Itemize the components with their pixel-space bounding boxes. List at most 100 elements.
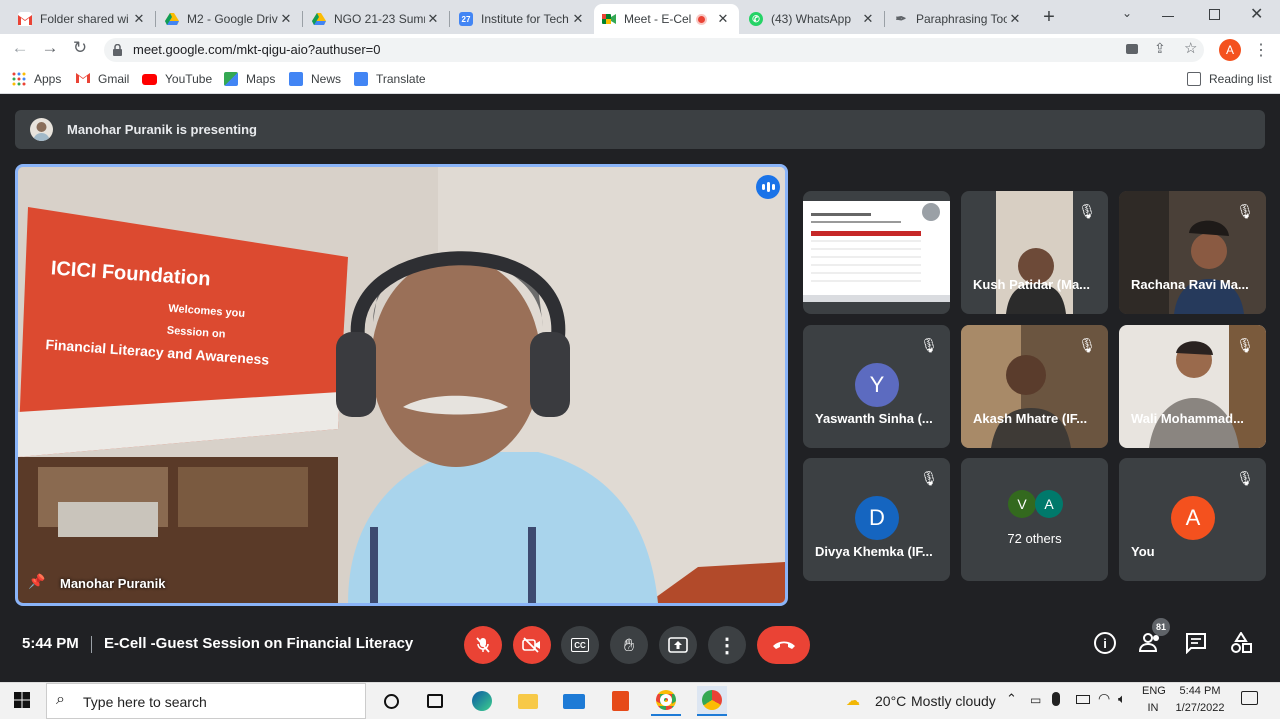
tab-drive-ngo[interactable]: NGO 21-23 Summ ✕ — [304, 4, 449, 34]
maps-icon — [224, 72, 238, 86]
address-bar[interactable]: meet.google.com/mkt-qigu-aio?authuser=0 … — [104, 38, 1204, 62]
task-view-button[interactable] — [420, 686, 450, 716]
tab-search-chevron-icon[interactable]: ⌄ — [1122, 6, 1132, 20]
signage-line-2: Welcomes you — [167, 302, 246, 320]
temperature[interactable]: 20°C — [875, 693, 906, 709]
mic-tray-icon[interactable] — [1052, 692, 1060, 706]
bookmark-apps[interactable]: Apps — [12, 70, 61, 88]
meet-tray-icon[interactable]: ▭ — [1030, 693, 1041, 707]
menu-kebab-icon[interactable]: ⋮ — [1253, 40, 1269, 60]
minimize-icon[interactable] — [1162, 16, 1174, 17]
taskbar-file-explorer[interactable] — [513, 686, 543, 716]
presentation-tile[interactable] — [803, 191, 950, 314]
windows-start-button[interactable] — [14, 692, 30, 713]
camera-off-button[interactable] — [513, 626, 551, 664]
volume-icon[interactable]: 🔈︎ — [1118, 691, 1126, 707]
participant-tile-6[interactable]: D 🎙︎ Divya Khemka (IF... — [803, 458, 950, 581]
close-icon[interactable]: ✕ — [425, 11, 441, 27]
search-icon: ⌕ — [56, 691, 65, 708]
muted-mic-icon: 🎙︎ — [1236, 337, 1254, 353]
search-placeholder: Type here to search — [83, 694, 207, 710]
participant-tile-4[interactable]: 🎙︎ Akash Mhatre (IF... — [961, 325, 1108, 448]
taskbar-chrome-2[interactable] — [697, 686, 727, 716]
close-icon[interactable]: ✕ — [278, 11, 294, 27]
reading-list-button[interactable]: Reading list — [1187, 70, 1272, 88]
participant-tile-5[interactable]: 🎙︎ Wali Mohammad... — [1119, 325, 1266, 448]
muted-mic-icon: 🎙︎ — [920, 337, 938, 353]
reload-icon[interactable]: ↻ — [70, 38, 90, 58]
main-speaker-video[interactable]: ICICI Foundation Welcomes you Session on… — [15, 164, 788, 606]
bookmark-label: Apps — [34, 72, 62, 86]
window-close-icon[interactable]: ✕ — [1250, 4, 1263, 24]
tab-label: Paraphrasing Too — [916, 12, 1007, 26]
chat-button[interactable] — [1185, 632, 1207, 659]
banner-text: Manohar Puranik is presenting — [67, 122, 257, 137]
banner-signage: ICICI Foundation Welcomes you Session on… — [45, 257, 331, 371]
tab-meet[interactable]: Meet - E-Cel ✕ — [594, 4, 739, 34]
reading-list-icon — [1187, 72, 1201, 86]
share-icon[interactable]: ⇪ — [1154, 40, 1166, 57]
bookmark-label: Translate — [376, 72, 426, 86]
tab-label: Meet - E-Cel — [624, 12, 692, 26]
participant-video — [996, 191, 1073, 314]
mic-off-button[interactable] — [464, 626, 502, 664]
participant-name: Akash Mhatre (IF... — [973, 411, 1088, 426]
bookmark-gmail[interactable]: Gmail — [76, 70, 129, 88]
leave-call-button[interactable] — [757, 626, 810, 664]
quill-icon: ✒ — [895, 11, 907, 26]
close-icon[interactable]: ✕ — [570, 11, 586, 27]
new-tab-plus-icon[interactable]: + — [1038, 6, 1060, 28]
clock-time[interactable]: 5:44 PM — [1170, 685, 1230, 697]
taskbar-search-box[interactable]: ⌕ Type here to search — [46, 683, 366, 719]
weather-text[interactable]: Mostly cloudy — [911, 693, 996, 709]
language-bottom[interactable]: IN — [1142, 702, 1164, 714]
taskbar-edge[interactable] — [467, 686, 497, 716]
cortana-button[interactable] — [376, 686, 406, 716]
others-tile[interactable]: V A 72 others — [961, 458, 1108, 581]
taskbar-chrome-1[interactable] — [651, 686, 681, 716]
others-avatar-1: V — [1008, 490, 1036, 518]
bookmark-translate[interactable]: Translate — [354, 70, 426, 88]
close-icon[interactable]: ✕ — [131, 11, 147, 27]
restore-icon[interactable] — [1209, 9, 1220, 20]
notifications-icon[interactable] — [1241, 691, 1258, 705]
bookmark-youtube[interactable]: YouTube — [142, 70, 212, 88]
taskbar-office[interactable] — [605, 686, 635, 716]
self-name: You — [1131, 544, 1155, 559]
meeting-details-info-icon[interactable]: i — [1094, 632, 1116, 654]
bookmark-maps[interactable]: Maps — [224, 70, 275, 88]
whatsapp-icon: ✆ — [749, 12, 763, 26]
taskbar-mail[interactable] — [559, 686, 589, 716]
bookmark-star-icon[interactable]: ☆ — [1184, 39, 1197, 57]
participant-tile-3[interactable]: Y 🎙︎ Yaswanth Sinha (... — [803, 325, 950, 448]
more-options-button[interactable]: ⋮ — [708, 626, 746, 664]
back-arrow-icon[interactable]: ← — [10, 38, 30, 58]
pin-icon[interactable]: 📌 — [28, 573, 45, 590]
tab-calendar[interactable]: 27 Institute for Tech ✕ — [451, 4, 594, 34]
participant-tile-2[interactable]: 🎙︎ Rachana Ravi Ma... — [1119, 191, 1266, 314]
bookmark-news[interactable]: News — [289, 70, 341, 88]
close-icon[interactable]: ✕ — [1007, 11, 1023, 27]
forward-arrow-icon[interactable]: → — [40, 38, 60, 58]
tab-gmail[interactable]: Folder shared wi ✕ — [10, 4, 155, 34]
battery-icon[interactable] — [1076, 695, 1090, 704]
present-button[interactable] — [659, 626, 697, 664]
raise-hand-button[interactable]: ✋︎ — [610, 626, 648, 664]
tab-paraphrasing[interactable]: ✒ Paraphrasing Too ✕ — [886, 4, 1031, 34]
profile-avatar[interactable]: A — [1219, 39, 1241, 61]
clock-date[interactable]: 1/27/2022 — [1170, 702, 1230, 714]
show-hidden-icons-chevron-icon[interactable]: ⌃ — [1006, 691, 1017, 707]
captions-button[interactable]: CC — [561, 626, 599, 664]
self-tile[interactable]: A 🎙︎ You — [1119, 458, 1266, 581]
camera-in-use-icon[interactable] — [1126, 44, 1138, 54]
close-icon[interactable]: ✕ — [715, 11, 731, 27]
wifi-icon[interactable]: ◠ — [1098, 690, 1110, 707]
language-top[interactable]: ENG — [1142, 685, 1166, 697]
tab-label: Folder shared wi — [40, 12, 129, 26]
tab-whatsapp[interactable]: ✆ (43) WhatsApp ✕ — [741, 4, 884, 34]
close-icon[interactable]: ✕ — [860, 11, 876, 27]
activities-button[interactable] — [1230, 631, 1252, 659]
others-count: 72 others — [1007, 531, 1062, 546]
tab-drive-m2[interactable]: M2 - Google Driv ✕ — [157, 4, 302, 34]
participant-tile-1[interactable]: 🎙︎ Kush Patidar (Ma... — [961, 191, 1108, 314]
